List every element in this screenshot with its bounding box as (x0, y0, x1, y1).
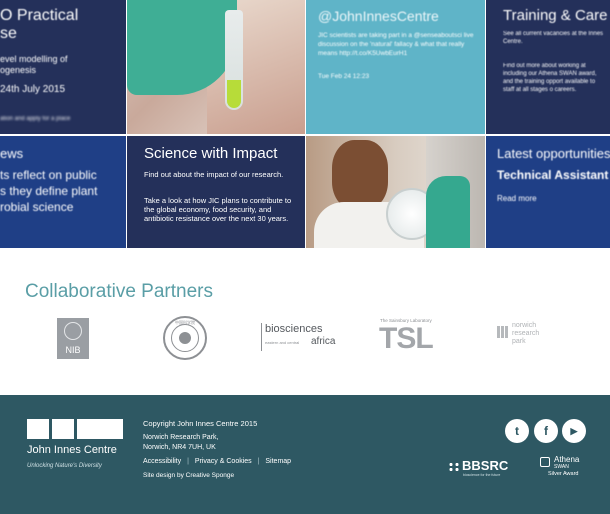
nrp-grid-icon (497, 326, 509, 338)
privacy-link[interactable]: Privacy & Cookies (195, 458, 252, 465)
athena-text: Athena (554, 455, 580, 464)
tile-title: Latest opportunities (497, 146, 610, 161)
site-credit[interactable]: Site design by Creative Sponge (143, 471, 234, 481)
tile-text: Take a look at how JIC plans to contribu… (144, 196, 292, 223)
jic-logo[interactable]: John Innes Centre Unlocking Nature's Div… (27, 419, 127, 477)
logo-block (77, 419, 123, 439)
tile-apply-link[interactable]: ation and apply for a place (0, 115, 70, 124)
footer-links: Accessibility | Privacy & Cookies | Site… (143, 457, 291, 467)
tweet-text: JIC scientists are taking part in a @sen… (318, 32, 474, 57)
logo-block (52, 419, 74, 439)
biosciences-subtext: eastern and central (265, 340, 300, 345)
tsl-logo[interactable]: The Sainsbury Laboratory TSL (378, 318, 444, 358)
norwich-research-park-logo[interactable]: norwich research park (497, 322, 557, 352)
tile-latest-opportunities[interactable]: Latest opportunities Technical Assistant… (486, 136, 610, 248)
tile-text: See all current vacancies at the Innes C… (503, 31, 604, 45)
site-footer: John Innes Centre Unlocking Nature's Div… (0, 395, 610, 514)
tile-text: Find out more about working at including… (503, 63, 597, 93)
athena-swan-icon (540, 457, 550, 467)
athena-swan-logo[interactable]: Athena SWAN Silver Award (540, 455, 590, 483)
lab-photo-petri-dish (306, 136, 485, 248)
tsl-text: TSL (379, 322, 434, 355)
tile-title-cont: se (0, 25, 17, 42)
tile-title: Training & Care (503, 7, 608, 24)
seal-flower-icon (179, 332, 191, 344)
tile-science-impact[interactable]: Science with Impact Find out about the i… (127, 136, 305, 248)
africa-text: africa (311, 336, 336, 347)
link-divider: | (257, 458, 260, 465)
logo-tagline: Unlocking Nature's Diversity (27, 463, 102, 469)
address-line: Norwich Research Park, (143, 434, 219, 441)
swan-text: SWAN (554, 464, 569, 470)
read-more-link[interactable]: Read more (497, 194, 537, 203)
scientist-face (332, 140, 388, 210)
tile-title: ews (0, 146, 24, 161)
tile-title: Science with Impact (144, 145, 278, 162)
tile-title: O Practical (0, 7, 79, 24)
bbsrc-dots-icon (448, 462, 460, 472)
sitemap-link[interactable]: Sitemap (265, 458, 291, 465)
news-headline: robial science (0, 200, 74, 214)
seal-text: 中国科学院 (175, 320, 195, 325)
accessibility-link[interactable]: Accessibility (143, 458, 181, 465)
twitter-handle: @JohnInnesCentre (318, 8, 439, 24)
lab-photo-pipette (127, 0, 305, 134)
tile-text: ogenesis (0, 65, 37, 75)
twitter-icon[interactable]: t (505, 419, 529, 443)
nrp-text-2: research (512, 330, 540, 337)
tweet-timestamp: Tue Feb 24 12:23 (318, 73, 370, 80)
biosciences-text: biosciences (265, 323, 323, 335)
youtube-icon[interactable]: ▶ (562, 419, 586, 443)
tile-twitter-feed[interactable]: @JohnInnesCentre JIC scientists are taki… (306, 0, 485, 134)
nib-logo[interactable]: NIB (57, 318, 89, 359)
tile-text: Find out about the impact of our researc… (144, 170, 284, 179)
bbsrc-tagline: bioscience for the future (463, 473, 501, 477)
logo-block (27, 419, 49, 439)
tile-news[interactable]: ews ts reflect on public s they define p… (0, 136, 126, 248)
gloved-hand (426, 176, 470, 248)
nib-globe-icon (64, 322, 82, 340)
biosciences-africa-logo[interactable]: biosciences eastern and central africa (261, 323, 344, 351)
bbsrc-logo[interactable]: BBSRC bioscience for the future (448, 457, 524, 479)
facebook-icon[interactable]: f (534, 419, 558, 443)
nrp-text-1: norwich (512, 322, 537, 329)
address-line: Norwich, NR4 7UH, UK (143, 444, 216, 451)
nib-logo-text: NIB (65, 345, 81, 355)
copyright-text: Copyright John Innes Centre 2015 (143, 419, 258, 428)
nrp-text-3: park (512, 338, 526, 345)
job-title[interactable]: Technical Assistant (497, 166, 608, 184)
tile-text: evel modelling of (0, 54, 68, 64)
partners-heading: Collaborative Partners (25, 281, 213, 302)
logo-name: John Innes Centre (27, 444, 117, 456)
academy-seal-logo[interactable]: 中国科学院 (163, 316, 207, 360)
tile-date: 24th July 2015 (0, 84, 66, 95)
link-divider: | (187, 458, 189, 465)
tile-phd-course[interactable]: O Practical se evel modelling of ogenesi… (0, 0, 126, 134)
green-liquid (227, 80, 241, 108)
bbsrc-text: BBSRC (462, 458, 509, 473)
tile-training-careers[interactable]: Training & Care See all current vacancie… (486, 0, 610, 134)
silver-award-text: Silver Award (548, 471, 579, 477)
